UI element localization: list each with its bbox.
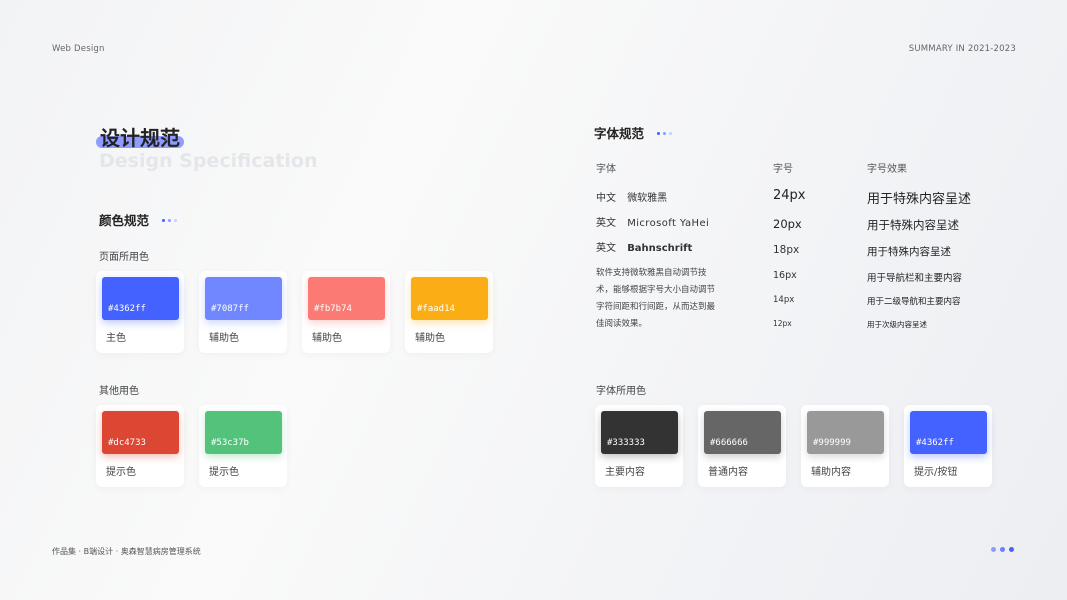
page-dot-active — [1009, 547, 1014, 552]
size-24: 24px — [773, 188, 806, 203]
swatch-label: 普通内容 — [708, 467, 748, 478]
swatch-card-alert-2: #53c37b 提示色 — [199, 405, 287, 487]
font-name: Microsoft YaHei — [627, 218, 710, 229]
effect-18: 用于特殊内容呈述 — [867, 246, 951, 258]
color-swatch: #fb7b74 — [308, 277, 385, 320]
page-colors-label: 页面所用色 — [99, 252, 149, 263]
swatch-card-secondary-1: #7087ff 辅助色 — [199, 271, 287, 353]
size-20: 20px — [773, 217, 802, 231]
col-effect-header: 字号效果 — [867, 164, 907, 175]
color-swatch: #4362ff — [910, 411, 987, 454]
font-name: 微软雅黑 — [627, 193, 668, 204]
color-swatch: #7087ff — [205, 277, 282, 320]
swatch-card-secondary-2: #fb7b74 辅助色 — [302, 271, 390, 353]
effect-16: 用于导航栏和主要内容 — [867, 273, 963, 284]
swatch-hex: #666666 — [710, 438, 748, 448]
color-swatch: #333333 — [601, 411, 678, 454]
font-section-title: 字体规范 — [594, 126, 645, 141]
font-section-heading: 字体规范 — [594, 123, 673, 142]
swatch-label: 辅助色 — [312, 333, 342, 344]
page-dot — [1000, 547, 1005, 552]
swatch-label: 提示色 — [209, 467, 239, 478]
swatch-hex: #fb7b74 — [314, 304, 352, 314]
color-swatch: #dc4733 — [102, 411, 179, 454]
color-section-heading: 颜色规范 — [99, 210, 178, 229]
font-lang: 中文 — [596, 193, 616, 204]
swatch-hex: #4362ff — [916, 438, 954, 448]
page-indicator — [991, 547, 1014, 552]
effect-12: 用于次级内容呈述 — [867, 320, 927, 329]
col-size-header: 字号 — [773, 164, 793, 175]
swatch-hex: #53c37b — [211, 438, 249, 448]
page-title: 设计规范 — [100, 126, 180, 150]
swatch-hex: #999999 — [813, 438, 851, 448]
font-description: 软件支持微软雅黑自动调节技术，能够根据字号大小自动调节字符间距和行间距，从而达到… — [596, 268, 716, 329]
font-colors-label: 字体所用色 — [596, 386, 646, 397]
size-16: 16px — [773, 270, 797, 281]
swatch-card-text-main: #333333 主要内容 — [595, 405, 683, 487]
swatch-card-text-button: #4362ff 提示/按钮 — [904, 405, 992, 487]
effect-14: 用于二级导航和主要内容 — [867, 297, 961, 307]
font-row: 中文 微软雅黑 — [596, 189, 667, 204]
swatch-label: 辅助色 — [415, 333, 445, 344]
swatch-label: 主要内容 — [605, 467, 645, 478]
swatch-card-primary: #4362ff 主色 — [96, 271, 184, 353]
swatch-label: 辅助色 — [209, 333, 239, 344]
color-swatch: #4362ff — [102, 277, 179, 320]
swatch-card-secondary-3: #faad14 辅助色 — [405, 271, 493, 353]
color-swatch: #faad14 — [411, 277, 488, 320]
font-name: Bahnschrift — [627, 243, 693, 254]
decor-dots — [657, 132, 673, 135]
swatch-label: 提示色 — [106, 467, 136, 478]
effect-20: 用于特殊内容呈述 — [867, 218, 959, 232]
color-swatch: #999999 — [807, 411, 884, 454]
swatch-card-text-normal: #666666 普通内容 — [698, 405, 786, 487]
font-lang: 英文 — [596, 218, 616, 229]
color-swatch: #53c37b — [205, 411, 282, 454]
font-row: 英文 Microsoft YaHei — [596, 214, 709, 229]
page-dot — [991, 547, 996, 552]
decor-dots — [162, 219, 178, 222]
font-row: 英文 Bahnschrift — [596, 239, 692, 254]
swatch-hex: #4362ff — [108, 304, 146, 314]
header-right-text: SUMMARY IN 2021-2023 — [908, 44, 1016, 54]
color-swatch: #666666 — [704, 411, 781, 454]
swatch-label: 提示/按钮 — [914, 467, 958, 478]
swatch-card-alert-1: #dc4733 提示色 — [96, 405, 184, 487]
col-font-header: 字体 — [596, 164, 616, 175]
swatch-hex: #7087ff — [211, 304, 249, 314]
swatch-card-text-aux: #999999 辅助内容 — [801, 405, 889, 487]
swatch-hex: #333333 — [607, 438, 645, 448]
footer-text: 作品集 · B端设计 · 奥森智慧病房管理系统 — [52, 547, 201, 556]
swatch-label: 辅助内容 — [811, 467, 851, 478]
font-lang: 英文 — [596, 243, 616, 254]
effect-24: 用于特殊内容呈述 — [867, 192, 972, 207]
swatch-hex: #faad14 — [417, 304, 455, 314]
other-colors-label: 其他用色 — [99, 386, 139, 397]
swatch-hex: #dc4733 — [108, 438, 146, 448]
swatch-label: 主色 — [106, 333, 126, 344]
size-14: 14px — [773, 295, 795, 305]
header-left-text: Web Design — [52, 44, 105, 54]
size-12: 12px — [773, 319, 792, 328]
size-18: 18px — [773, 244, 800, 256]
page-subtitle: Design Specification — [99, 150, 318, 172]
color-section-title: 颜色规范 — [99, 213, 150, 228]
